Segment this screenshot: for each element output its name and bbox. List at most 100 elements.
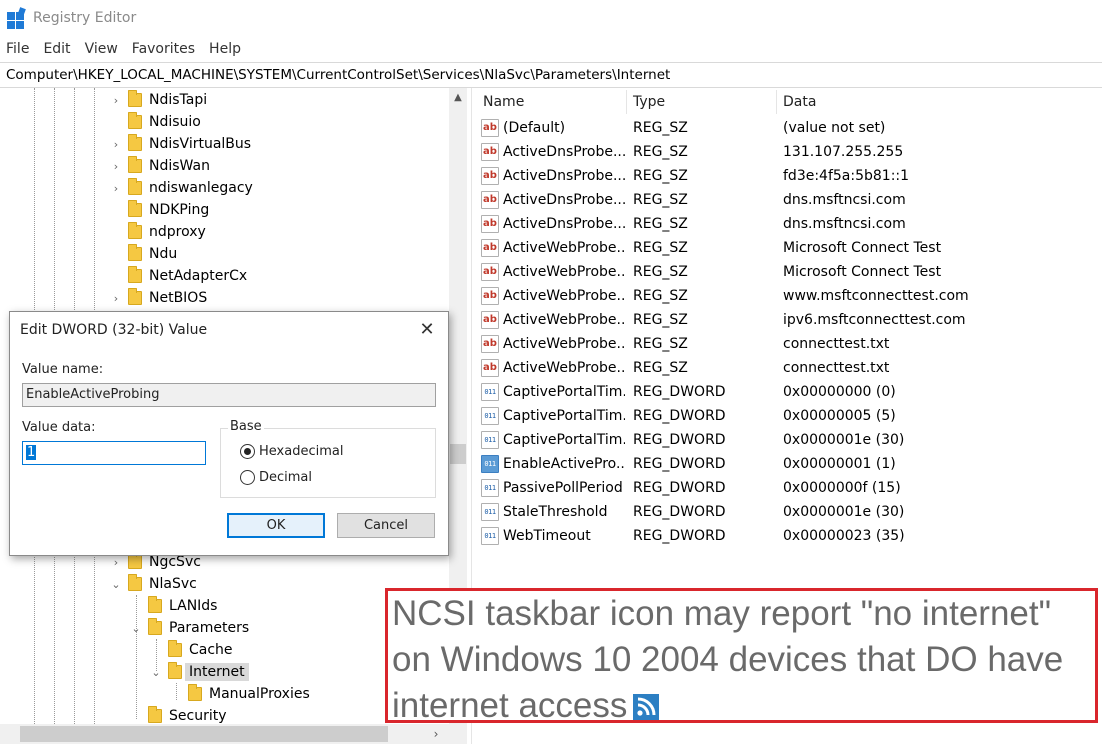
menu-view[interactable]: View: [78, 41, 125, 57]
string-value-icon: ab: [481, 287, 499, 305]
value-row[interactable]: ab ActiveWebProbe... REG_SZ www.msftconnect…: [477, 284, 1102, 308]
value-name-field: EnableActiveProbing: [22, 383, 436, 407]
value-name: PassivePollPeriod: [503, 480, 623, 496]
chevron-down-icon[interactable]: ⌄: [150, 666, 162, 679]
value-row[interactable]: 011 StaleThreshold REG_DWORD 0x0000001e (30…: [477, 500, 1102, 524]
value-type: REG_SZ: [633, 312, 688, 328]
tree-vertical-scroll-thumb[interactable]: [450, 444, 466, 464]
tree-item-manualproxies[interactable]: ManualProxies: [170, 683, 310, 705]
value-row[interactable]: 011 CaptivePortalTim... REG_DWORD 0x0000000…: [477, 380, 1102, 404]
edit-dword-dialog: Edit DWORD (32-bit) Value ✕ Value name: …: [9, 311, 449, 556]
tree-item-ndkping[interactable]: NDKPing: [110, 199, 209, 221]
decimal-label: Decimal: [259, 470, 313, 485]
dword-value-icon: 011: [481, 503, 499, 521]
value-row[interactable]: ab ActiveWebProbe... REG_SZ connecttest.txt: [477, 332, 1102, 356]
chevron-down-icon[interactable]: ⌄: [110, 578, 122, 591]
dword-value-icon: 011: [481, 407, 499, 425]
value-row[interactable]: 011 WebTimeout REG_DWORD 0x00000023 (35): [477, 524, 1102, 548]
tree-item-ndistapi[interactable]: › NdisTapi: [110, 89, 207, 111]
value-name: EnableActivePro...: [503, 456, 625, 472]
tree-item-lanids[interactable]: LANIds: [130, 595, 217, 617]
value-type: REG_DWORD: [633, 480, 726, 496]
tree-item-label: NdisVirtualBus: [149, 136, 252, 152]
tree-item-label: NdisWan: [149, 158, 210, 174]
tree-item-cache[interactable]: Cache: [150, 639, 233, 661]
value-row[interactable]: ab ActiveDnsProbe... REG_SZ fd3e:4f5a:5b81:…: [477, 164, 1102, 188]
tree-item-internet[interactable]: ⌄ Internet: [150, 661, 249, 683]
column-header-data[interactable]: Data: [783, 94, 816, 110]
value-data-input[interactable]: 1: [22, 441, 206, 465]
tree-item-ndisuio[interactable]: Ndisuio: [110, 111, 201, 133]
chevron-right-icon[interactable]: ›: [110, 182, 122, 195]
menu-help[interactable]: Help: [202, 41, 248, 57]
column-header-name[interactable]: Name: [483, 94, 524, 110]
folder-icon: [128, 222, 142, 239]
dword-value-icon: 011: [481, 527, 499, 545]
value-row[interactable]: ab ActiveWebProbe... REG_SZ Microsoft Conne…: [477, 236, 1102, 260]
hexadecimal-option[interactable]: Hexadecimal: [240, 444, 343, 459]
value-row[interactable]: 011 CaptivePortalTim... REG_DWORD 0x0000001…: [477, 428, 1102, 452]
tree-item-ndisvirtualbus[interactable]: › NdisVirtualBus: [110, 133, 251, 155]
value-row[interactable]: ab ActiveWebProbe... REG_SZ Microsoft Conne…: [477, 260, 1102, 284]
tree-item-parameters[interactable]: ⌄ Parameters: [130, 617, 249, 639]
folder-icon: [128, 112, 142, 129]
tree-item-label: NDKPing: [149, 202, 210, 218]
chevron-right-icon[interactable]: ›: [110, 138, 122, 151]
value-data: connecttest.txt: [783, 336, 890, 352]
address-bar[interactable]: Computer\HKEY_LOCAL_MACHINE\SYSTEM\Curre…: [0, 62, 1102, 88]
value-row[interactable]: 011 PassivePollPeriod REG_DWORD 0x0000000f …: [477, 476, 1102, 500]
chevron-down-icon[interactable]: ⌄: [130, 622, 142, 635]
dword-value-icon: 011: [481, 455, 499, 473]
value-row[interactable]: ab ActiveWebProbe... REG_SZ ipv6.msftconnec…: [477, 308, 1102, 332]
string-value-icon: ab: [481, 215, 499, 233]
ok-button[interactable]: OK: [227, 513, 325, 538]
menu-favorites[interactable]: Favorites: [125, 41, 202, 57]
value-row[interactable]: ab ActiveDnsProbe... REG_SZ dns.msftncsi.co…: [477, 188, 1102, 212]
tree-item-label: Ndisuio: [149, 114, 201, 130]
string-value-icon: ab: [481, 335, 499, 353]
menu-file[interactable]: File: [0, 41, 36, 57]
cancel-button[interactable]: Cancel: [337, 513, 435, 538]
hexadecimal-radio[interactable]: [240, 444, 255, 459]
tree-horizontal-scroll-thumb[interactable]: [20, 726, 388, 742]
chevron-right-icon[interactable]: ›: [110, 292, 122, 305]
headline-box: NCSI taskbar icon may report "no interne…: [385, 588, 1098, 725]
folder-icon: [128, 200, 142, 217]
value-data: ipv6.msftconnecttest.com: [783, 312, 966, 328]
value-type: REG_SZ: [633, 120, 688, 136]
folder-icon: [128, 244, 142, 261]
menu-edit[interactable]: Edit: [36, 41, 77, 57]
chevron-right-icon[interactable]: ›: [110, 160, 122, 173]
rss-feed-icon[interactable]: [633, 694, 660, 720]
value-row[interactable]: ab ActiveWebProbe... REG_SZ connecttest.txt: [477, 356, 1102, 380]
tree-item-nlasvc[interactable]: ⌄ NlaSvc: [110, 573, 197, 595]
menu-bar: File Edit View Favorites Help: [0, 38, 248, 60]
column-divider[interactable]: [626, 90, 627, 114]
value-row[interactable]: ab ActiveDnsProbe... REG_SZ 131.107.255.255: [477, 140, 1102, 164]
column-header-type[interactable]: Type: [633, 94, 665, 110]
chevron-right-icon[interactable]: ›: [110, 556, 122, 569]
scroll-up-arrow-icon[interactable]: ▲: [449, 90, 467, 106]
tree-item-label: ndproxy: [149, 224, 206, 240]
tree-horizontal-scrollbar[interactable]: ›: [0, 724, 449, 744]
decimal-radio[interactable]: [240, 470, 255, 485]
value-row[interactable]: 011 CaptivePortalTim... REG_DWORD 0x0000000…: [477, 404, 1102, 428]
tree-item-ndu[interactable]: Ndu: [110, 243, 177, 265]
decimal-option[interactable]: Decimal: [240, 470, 312, 485]
value-row[interactable]: ab (Default) REG_SZ (value not set): [477, 116, 1102, 140]
value-row[interactable]: ab ActiveDnsProbe... REG_SZ dns.msftncsi.co…: [477, 212, 1102, 236]
value-type: REG_SZ: [633, 216, 688, 232]
value-row[interactable]: 011 EnableActivePro... REG_DWORD 0x00000001…: [477, 452, 1102, 476]
tree-item-netadaptercx[interactable]: NetAdapterCx: [110, 265, 247, 287]
column-divider[interactable]: [776, 90, 777, 114]
tree-item-netbios[interactable]: › NetBIOS: [110, 287, 207, 309]
tree-item-label: Internet: [185, 663, 249, 681]
tree-item-label: ndiswanlegacy: [149, 180, 253, 196]
tree-item-ndiswan[interactable]: › NdisWan: [110, 155, 210, 177]
close-icon[interactable]: ✕: [414, 318, 440, 342]
chevron-right-icon[interactable]: ›: [110, 94, 122, 107]
value-name: ActiveWebProbe...: [503, 336, 625, 352]
tree-item-ndiswanlegacy[interactable]: › ndiswanlegacy: [110, 177, 253, 199]
tree-item-ndproxy[interactable]: ndproxy: [110, 221, 206, 243]
